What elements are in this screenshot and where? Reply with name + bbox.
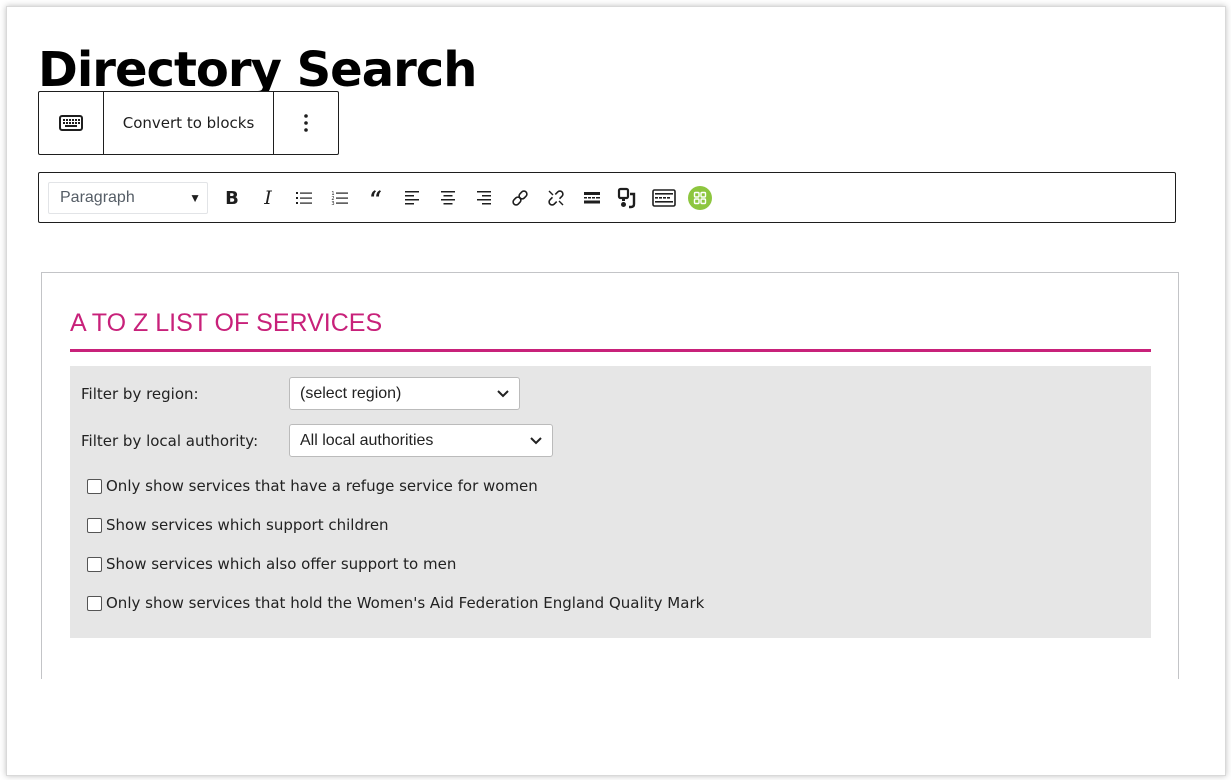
unlink-button[interactable] bbox=[538, 182, 574, 214]
bulleted-list-icon bbox=[296, 191, 312, 204]
italic-button[interactable]: I bbox=[250, 182, 286, 214]
shortcode-icon bbox=[617, 187, 636, 208]
quality-mark-checkbox-label: Only show services that hold the Women's… bbox=[106, 594, 705, 612]
bulleted-list-button[interactable] bbox=[286, 182, 322, 214]
blockquote-button[interactable]: “ bbox=[358, 182, 394, 214]
region-select[interactable]: (select region) bbox=[289, 377, 520, 410]
refuge-women-checkbox[interactable] bbox=[87, 478, 102, 494]
region-filter-label: Filter by region: bbox=[81, 385, 199, 403]
align-left-icon bbox=[405, 190, 419, 204]
filter-panel: Filter by region: (select region) Filter… bbox=[70, 366, 1151, 638]
vertical-ellipsis-icon bbox=[304, 114, 308, 132]
support-men-checkbox[interactable] bbox=[87, 556, 102, 572]
chevron-down-icon bbox=[530, 436, 542, 444]
numbered-list-button[interactable]: 1 2 3 bbox=[322, 182, 358, 214]
support-children-checkbox-label: Show services which support children bbox=[106, 516, 389, 534]
region-select-value: (select region) bbox=[300, 384, 402, 402]
toolbar-toggle-icon bbox=[652, 188, 676, 207]
keyboard-icon[interactable] bbox=[39, 92, 104, 154]
italic-icon: I bbox=[263, 188, 272, 208]
align-center-icon bbox=[441, 190, 455, 204]
chevron-down-icon bbox=[497, 389, 509, 397]
convert-to-blocks-button[interactable]: Convert to blocks bbox=[104, 92, 274, 154]
classic-editor-toolbar: Paragraph ▼ B I 1 2 3 “ bbox=[38, 172, 1176, 223]
svg-text:“: “ bbox=[370, 188, 383, 208]
align-center-button[interactable] bbox=[430, 182, 466, 214]
authority-filter-label: Filter by local authority: bbox=[81, 432, 259, 450]
link-button[interactable] bbox=[502, 182, 538, 214]
refuge-women-checkbox-row[interactable]: Only show services that have a refuge se… bbox=[87, 477, 538, 495]
more-options-button[interactable] bbox=[274, 92, 338, 154]
read-more-icon bbox=[584, 191, 600, 203]
align-right-icon bbox=[477, 190, 491, 204]
support-men-checkbox-row[interactable]: Show services which also offer support t… bbox=[87, 555, 456, 573]
plugin-button[interactable] bbox=[682, 182, 718, 214]
svg-text:B: B bbox=[225, 188, 239, 208]
read-more-button[interactable] bbox=[574, 182, 610, 214]
align-right-button[interactable] bbox=[466, 182, 502, 214]
authority-select-value: All local authorities bbox=[300, 431, 434, 449]
unlink-icon bbox=[548, 189, 564, 206]
toolbar-toggle-button[interactable] bbox=[646, 182, 682, 214]
numbered-list-icon: 1 2 3 bbox=[331, 191, 348, 207]
quality-mark-checkbox[interactable] bbox=[87, 595, 102, 611]
quality-mark-checkbox-row[interactable]: Only show services that hold the Women's… bbox=[87, 594, 704, 612]
refuge-women-checkbox-label: Only show services that have a refuge se… bbox=[106, 477, 538, 495]
caret-down-icon: ▼ bbox=[189, 190, 201, 205]
authority-select[interactable]: All local authorities bbox=[289, 424, 553, 457]
format-select-value: Paragraph bbox=[60, 188, 135, 206]
shortcode-button[interactable] bbox=[610, 182, 646, 214]
services-title: A TO Z LIST OF SERVICES bbox=[70, 309, 383, 337]
support-children-checkbox[interactable] bbox=[87, 517, 102, 533]
plugin-icon bbox=[688, 185, 712, 210]
support-children-checkbox-row[interactable]: Show services which support children bbox=[87, 516, 389, 534]
bold-button[interactable]: B bbox=[214, 182, 250, 214]
block-toolbar: Convert to blocks bbox=[38, 91, 339, 155]
link-icon bbox=[512, 189, 528, 206]
blockquote-icon: “ bbox=[370, 188, 383, 208]
align-left-button[interactable] bbox=[394, 182, 430, 214]
bold-icon: B bbox=[225, 188, 239, 208]
svg-text:I: I bbox=[263, 188, 272, 208]
title-divider bbox=[70, 349, 1151, 352]
svg-text:3: 3 bbox=[331, 201, 334, 207]
editor-content-area[interactable]: A TO Z LIST OF SERVICES Filter by region… bbox=[41, 272, 1179, 679]
support-men-checkbox-label: Show services which also offer support t… bbox=[106, 555, 457, 573]
format-select[interactable]: Paragraph ▼ bbox=[48, 181, 208, 214]
